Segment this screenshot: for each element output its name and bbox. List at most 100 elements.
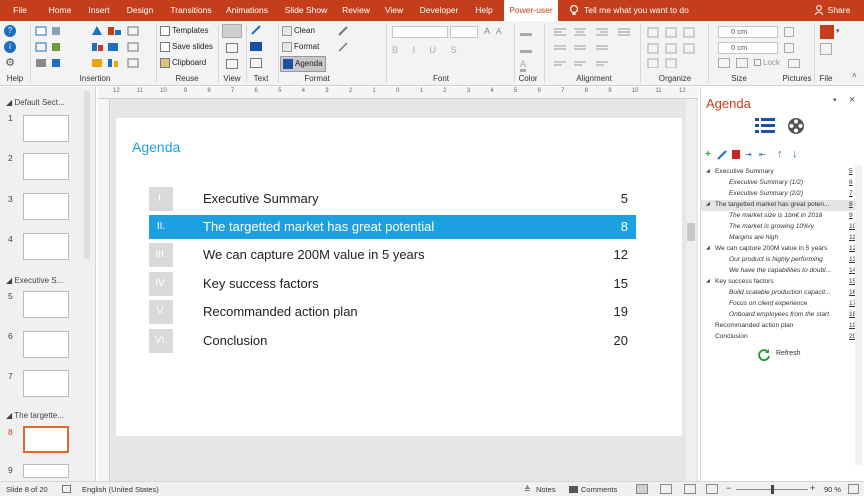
slide-thumb-1[interactable] xyxy=(23,115,69,142)
accessibility-icon[interactable] xyxy=(62,485,71,493)
brush-icon[interactable] xyxy=(338,26,348,36)
pane-options-icon[interactable]: ▾ xyxy=(833,96,837,104)
fit-to-window-icon[interactable] xyxy=(848,484,859,494)
tab-view[interactable]: View xyxy=(380,0,408,21)
slide-thumb-5[interactable] xyxy=(23,291,69,318)
collapse-arrow-icon[interactable]: ◢ xyxy=(706,278,710,284)
size-swap-icon[interactable] xyxy=(784,27,794,37)
editor-scroll-thumb[interactable] xyxy=(687,223,695,241)
agenda-tree-item[interactable]: Build scalable production capacit... 16 xyxy=(701,288,856,299)
font-color-icon[interactable]: A xyxy=(520,59,527,72)
gear-icon[interactable]: ⚙ xyxy=(4,57,16,69)
agenda-tree-page-link[interactable]: 7 xyxy=(849,190,853,197)
slide-thumb-4[interactable] xyxy=(23,233,69,260)
text-box-icon[interactable] xyxy=(250,58,262,68)
slide-thumb-6[interactable] xyxy=(23,331,69,358)
tab-slide-show[interactable]: Slide Show xyxy=(282,0,330,21)
edit-icon[interactable] xyxy=(717,150,727,160)
section-targetted[interactable]: ◢ The targette... xyxy=(6,411,64,420)
zoom-level[interactable]: 90 % xyxy=(824,485,841,494)
agenda-button[interactable]: Agenda xyxy=(280,56,326,72)
tab-design[interactable]: Design xyxy=(122,0,158,21)
collapse-arrow-icon[interactable]: ◢ xyxy=(706,201,710,207)
arrow-down-icon[interactable]: ↓ xyxy=(792,148,798,160)
agenda-row[interactable]: III. We can capture 200M value in 5 year… xyxy=(149,243,636,267)
agenda-row[interactable]: IV. Key success factors 15 xyxy=(149,272,636,296)
lock-button[interactable]: Lock xyxy=(754,58,780,67)
font-size-field[interactable] xyxy=(450,26,478,38)
agenda-tree-item[interactable]: We have the capabilities to doubl... 14 xyxy=(701,266,856,277)
pen-icon[interactable] xyxy=(250,25,262,35)
agenda-tree-item[interactable]: Conclusion 20 xyxy=(701,332,856,343)
agenda-tree-page-link[interactable]: 8 xyxy=(849,201,853,208)
pane-scrollbar[interactable] xyxy=(855,165,862,465)
collapse-arrow-icon[interactable]: ◢ xyxy=(706,168,710,174)
agenda-tree-item[interactable]: ◢ We can capture 200M value in 5 years 12 xyxy=(701,244,856,255)
office-file-icon[interactable] xyxy=(820,25,834,39)
tell-me-search[interactable]: Tell me what you want to do xyxy=(584,0,689,21)
agenda-tree-item[interactable]: Margins are high 11 xyxy=(701,233,856,244)
slide-title[interactable]: Agenda xyxy=(132,139,180,155)
tab-help[interactable]: Help xyxy=(470,0,498,21)
organize-icons[interactable] xyxy=(646,26,702,69)
arrow-up-icon[interactable]: ↑ xyxy=(777,148,783,160)
tab-file[interactable]: File xyxy=(6,0,34,21)
refresh-icon[interactable] xyxy=(757,348,771,362)
agenda-tree-item[interactable]: ◢ The targetted market has great poten...… xyxy=(701,200,855,211)
close-icon[interactable]: × xyxy=(849,94,855,106)
comments-button[interactable]: Comments xyxy=(581,485,617,494)
file-export-icon[interactable] xyxy=(820,43,832,55)
flag-icon[interactable] xyxy=(250,42,262,51)
view-toggle-button[interactable] xyxy=(222,24,242,38)
slide-thumb-7[interactable] xyxy=(23,370,69,397)
add-icon[interactable]: + xyxy=(705,149,711,160)
tab-home[interactable]: Home xyxy=(44,0,76,21)
agenda-tree-item[interactable]: Executive Summary (2/2) 7 xyxy=(701,189,855,200)
tab-review[interactable]: Review xyxy=(340,0,372,21)
clipboard-button[interactable]: Clipboard xyxy=(160,58,206,68)
size-left-icon[interactable] xyxy=(718,58,730,68)
tab-insert[interactable]: Insert xyxy=(84,0,114,21)
agenda-row[interactable]: VI. Conclusion 20 xyxy=(149,329,636,353)
tab-developer[interactable]: Developer xyxy=(414,0,464,21)
agenda-tree-item[interactable]: Recommanded action plan 19 xyxy=(701,321,856,332)
agenda-tree-item[interactable]: ◢ Key success factors 15 xyxy=(701,277,856,288)
agenda-tree-item[interactable]: Focus on client experience 17 xyxy=(701,299,856,310)
slide-sorter-icon[interactable] xyxy=(660,484,672,494)
save-slides-button[interactable]: Save slides xyxy=(160,42,213,52)
section-executive[interactable]: ◢ Executive S... xyxy=(6,276,63,285)
info-icon[interactable]: i xyxy=(4,41,16,53)
delete-icon[interactable] xyxy=(732,150,740,159)
editor-scrollbar[interactable] xyxy=(686,99,696,481)
notes-button[interactable]: Notes xyxy=(536,485,556,494)
slide-thumb-9[interactable] xyxy=(23,464,69,478)
slideshow-icon[interactable] xyxy=(706,484,718,494)
refresh-button[interactable]: Refresh xyxy=(776,350,801,357)
collapse-ribbon-icon[interactable]: ˄ xyxy=(852,71,857,80)
agenda-tree-item[interactable]: Executive Summary (1/2) 6 xyxy=(701,178,855,189)
format-button[interactable]: Format xyxy=(282,42,319,52)
agenda-tree-page-link[interactable]: 5 xyxy=(849,168,853,175)
agenda-row[interactable]: I. Executive Summary 5 xyxy=(149,187,636,211)
agenda-tree-item[interactable]: ◢ Executive Summary 5 xyxy=(701,167,855,178)
agenda-row[interactable]: V. Recommanded action plan 19 xyxy=(149,300,636,324)
indent-icon[interactable]: ⇥ xyxy=(745,150,752,159)
agenda-tree-item[interactable]: Our product is highly performing 13 xyxy=(701,255,856,266)
fill-color-icon[interactable] xyxy=(520,26,532,36)
slide-thumb-8[interactable] xyxy=(23,426,69,453)
agenda-tree-item[interactable]: Onboard employees from the start 18 xyxy=(701,310,856,321)
question-icon[interactable]: ? xyxy=(4,25,16,37)
agenda-tree-page-link[interactable]: 6 xyxy=(849,179,853,186)
file-dropdown-icon[interactable]: ▾ xyxy=(836,27,840,35)
agenda-row-selected[interactable]: II. The targetted market has great poten… xyxy=(149,215,636,239)
agenda-tree-page-link[interactable]: 9 xyxy=(849,212,853,219)
slide-canvas[interactable]: Agenda I. Executive Summary 5 II. The ta… xyxy=(116,118,682,436)
outdent-icon[interactable]: ⇤ xyxy=(759,150,766,159)
line-color-icon[interactable] xyxy=(520,43,532,53)
size-match-icon[interactable] xyxy=(784,43,794,53)
font-grow-icon[interactable]: A xyxy=(484,26,490,36)
agenda-tree-item[interactable]: The market size is 1bn€ in 2018 9 xyxy=(701,211,855,222)
height-field[interactable]: 0 cm xyxy=(718,26,778,38)
thumbnails-scrollbar[interactable] xyxy=(84,91,90,259)
section-default[interactable]: ◢ Default Sect... xyxy=(6,98,65,107)
